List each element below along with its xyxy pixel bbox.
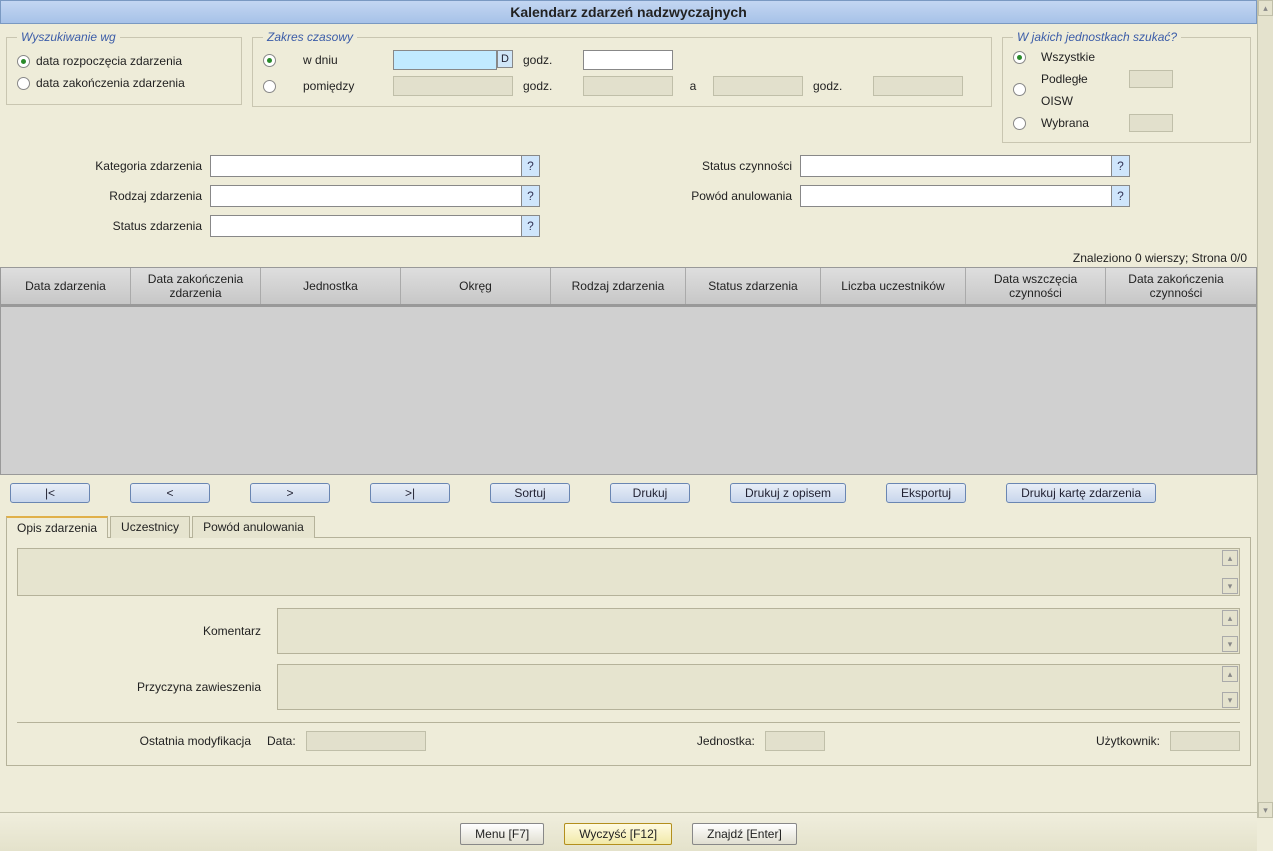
radio-between-label: pomiędzy <box>303 79 383 93</box>
found-count: Znaleziono 0 wierszy; Strona 0/0 <box>0 249 1257 267</box>
col-jednostka[interactable]: Jednostka <box>261 268 401 304</box>
label-powod: Powód anulowania <box>660 189 800 203</box>
radio-start-date-label: data rozpoczęcia zdarzenia <box>36 54 182 68</box>
menu-button[interactable]: Menu [F7] <box>460 823 544 845</box>
label-komentarz: Komentarz <box>17 624 267 638</box>
lookup-status-czynnosci[interactable]: ? <box>1111 156 1129 176</box>
date-picker-button[interactable]: D <box>497 50 513 68</box>
lookup-kategoria[interactable]: ? <box>521 156 539 176</box>
col-data-zakonczenia[interactable]: Data zakończenia zdarzenia <box>131 268 261 304</box>
sort-button[interactable]: Sortuj <box>490 483 570 503</box>
label-lastmod: Ostatnia modyfikacja <box>17 734 257 748</box>
radio-sub-units-label-b: OISW <box>1041 94 1121 108</box>
radio-end-date[interactable] <box>17 77 30 90</box>
przyczyna-scrollbar[interactable]: ▴▾ <box>1222 666 1238 708</box>
window-scrollbar[interactable]: ▴ ▾ <box>1257 0 1273 818</box>
lastmod-data <box>306 731 426 751</box>
col-rodzaj[interactable]: Rodzaj zdarzenia <box>551 268 686 304</box>
print-card-button[interactable]: Drukuj kartę zdarzenia <box>1006 483 1156 503</box>
input-kategoria[interactable]: ? <box>210 155 540 177</box>
find-button[interactable]: Znajdź [Enter] <box>692 823 797 845</box>
col-data-zdarzenia[interactable]: Data zdarzenia <box>1 268 131 304</box>
radio-selected-unit-label: Wybrana <box>1041 116 1121 130</box>
clear-button[interactable]: Wyczyść [F12] <box>564 823 672 845</box>
lastmod-uzytkownik <box>1170 731 1240 751</box>
radio-selected-unit[interactable] <box>1013 117 1026 130</box>
label-rodzaj: Rodzaj zdarzenia <box>70 189 210 203</box>
radio-on-day[interactable] <box>263 54 276 67</box>
col-okreg[interactable]: Okręg <box>401 268 551 304</box>
search-by-fieldset: Wyszukiwanie wg data rozpoczęcia zdarzen… <box>6 30 242 105</box>
radio-between[interactable] <box>263 80 276 93</box>
description-scrollbar[interactable]: ▴▾ <box>1222 550 1238 594</box>
time-range-legend: Zakres czasowy <box>263 30 357 44</box>
tab-powod[interactable]: Powód anulowania <box>192 516 315 538</box>
units-fieldset: W jakich jednostkach szukać? Wszystkie P… <box>1002 30 1251 143</box>
search-by-legend: Wyszukiwanie wg <box>17 30 120 44</box>
time-to-input[interactable] <box>873 76 963 96</box>
time-label-3: godz. <box>813 79 863 93</box>
print-desc-button[interactable]: Drukuj z opisem <box>730 483 846 503</box>
time-label-1: godz. <box>523 53 573 67</box>
date-on-day-input[interactable] <box>393 50 497 70</box>
scroll-down-icon[interactable]: ▾ <box>1258 802 1273 818</box>
sub-unit-input[interactable] <box>1129 70 1173 88</box>
komentarz-scrollbar[interactable]: ▴▾ <box>1222 610 1238 652</box>
input-rodzaj[interactable]: ? <box>210 185 540 207</box>
print-button[interactable]: Drukuj <box>610 483 690 503</box>
export-button[interactable]: Eksportuj <box>886 483 966 503</box>
input-powod[interactable]: ? <box>800 185 1130 207</box>
input-status-zdarzenia[interactable]: ? <box>210 215 540 237</box>
col-zakonczenia-cz[interactable]: Data zakończenia czynności <box>1106 268 1246 304</box>
radio-end-date-label: data zakończenia zdarzenia <box>36 76 185 90</box>
komentarz-textarea[interactable]: ▴▾ <box>277 608 1240 654</box>
last-page-button[interactable]: >| <box>370 483 450 503</box>
label-uzytkownik: Użytkownik: <box>1096 734 1160 748</box>
col-liczba[interactable]: Liczba uczestników <box>821 268 966 304</box>
col-status[interactable]: Status zdarzenia <box>686 268 821 304</box>
radio-all-units[interactable] <box>1013 51 1026 64</box>
results-table-body[interactable] <box>0 307 1257 475</box>
lookup-powod[interactable]: ? <box>1111 186 1129 206</box>
scroll-up-icon[interactable]: ▴ <box>1258 0 1273 16</box>
label-status-czynnosci: Status czynności <box>660 159 800 173</box>
label-przyczyna: Przyczyna zawieszenia <box>17 680 267 694</box>
results-table-header: Data zdarzenia Data zakończenia zdarzeni… <box>0 267 1257 307</box>
radio-sub-units-label-a: Podległe <box>1041 72 1121 86</box>
time-range-fieldset: Zakres czasowy w dniu D godz. pomiędzy g… <box>252 30 992 107</box>
time-from-input[interactable] <box>583 76 673 96</box>
date-from-input[interactable] <box>393 76 513 96</box>
tab-opis[interactable]: Opis zdarzenia <box>6 516 108 538</box>
time-label-2: godz. <box>523 79 573 93</box>
tab-uczestnicy[interactable]: Uczestnicy <box>110 516 190 538</box>
label-kategoria: Kategoria zdarzenia <box>70 159 210 173</box>
radio-all-units-label: Wszystkie <box>1041 50 1121 64</box>
label-status-zdarzenia: Status zdarzenia <box>70 219 210 233</box>
lookup-status-zdarzenia[interactable]: ? <box>521 216 539 236</box>
radio-start-date[interactable] <box>17 55 30 68</box>
date-to-input[interactable] <box>713 76 803 96</box>
page-title: Kalendarz zdarzeń nadzwyczajnych <box>0 0 1257 24</box>
time-on-day-input[interactable] <box>583 50 673 70</box>
selected-unit-input[interactable] <box>1129 114 1173 132</box>
a-label: a <box>683 79 703 93</box>
label-jednostka-mod: Jednostka: <box>697 734 755 748</box>
tab-panel-opis: ▴▾ Komentarz ▴▾ Przyczyna zawieszenia ▴▾… <box>6 537 1251 766</box>
first-page-button[interactable]: |< <box>10 483 90 503</box>
przyczyna-textarea[interactable]: ▴▾ <box>277 664 1240 710</box>
input-status-czynnosci[interactable]: ? <box>800 155 1130 177</box>
col-wszczecia[interactable]: Data wszczęcia czynności <box>966 268 1106 304</box>
radio-sub-units[interactable] <box>1013 83 1026 96</box>
next-page-button[interactable]: > <box>250 483 330 503</box>
units-legend: W jakich jednostkach szukać? <box>1013 30 1181 44</box>
lookup-rodzaj[interactable]: ? <box>521 186 539 206</box>
radio-on-day-label: w dniu <box>303 53 383 67</box>
description-textarea[interactable]: ▴▾ <box>17 548 1240 596</box>
lastmod-jednostka <box>765 731 825 751</box>
prev-page-button[interactable]: < <box>130 483 210 503</box>
label-data: Data: <box>267 734 296 748</box>
